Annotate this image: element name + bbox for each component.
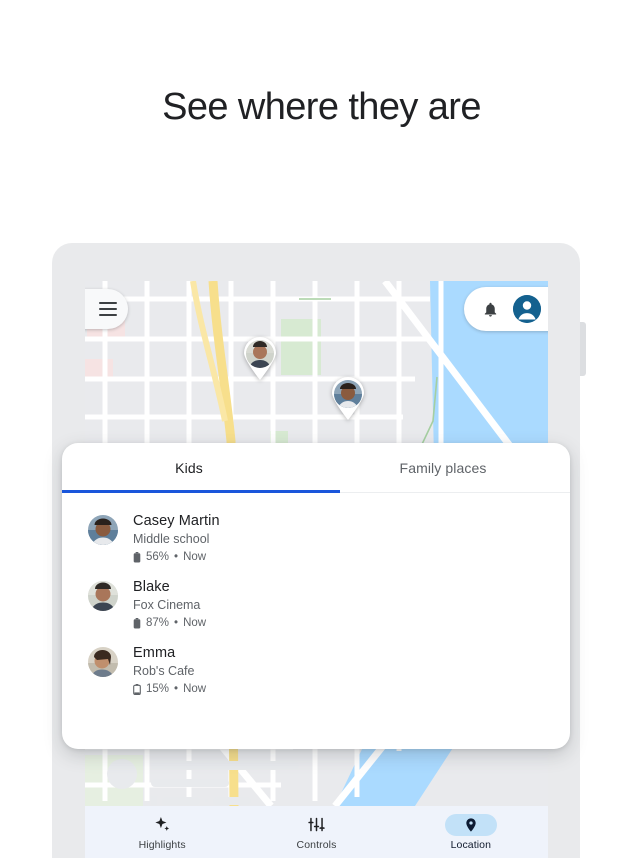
meta-separator: • [174, 617, 179, 629]
battery-icon [133, 551, 141, 562]
person-name: Casey Martin [133, 513, 220, 529]
list-item[interactable]: Casey Martin Middle school 56% • Now [62, 507, 570, 573]
list-item[interactable]: Emma Rob's Cafe 15% • Now [62, 639, 570, 705]
battery-level: 15% [146, 683, 170, 695]
avatar [88, 515, 118, 545]
location-pin-icon [444, 813, 497, 836]
map-top-actions [464, 287, 548, 331]
page-title: See where they are [162, 86, 481, 128]
placeholder-line [213, 796, 251, 805]
nav-label-highlights: Highlights [138, 838, 186, 851]
person-place: Middle school [133, 532, 210, 546]
tab-family-places-label: Family places [399, 459, 487, 476]
people-bottom-sheet: Kids Family places Casey Martin Middle s… [62, 443, 570, 749]
pin-avatar-photo [246, 340, 274, 368]
tab-family-places[interactable]: Family places [316, 443, 570, 492]
people-list: Casey Martin Middle school 56% • Now Bla… [62, 493, 570, 705]
last-seen-time: Now [183, 617, 207, 629]
list-item[interactable]: Blake Fox Cinema 87% • Now [62, 573, 570, 639]
person-name: Blake [133, 579, 170, 595]
placeholder-line [162, 796, 200, 805]
map-pin-blake[interactable] [242, 336, 278, 380]
battery-icon [133, 617, 141, 628]
nav-item-highlights[interactable]: Highlights [85, 814, 239, 851]
hamburger-menu-button[interactable] [85, 289, 128, 329]
nav-label-location: Location [450, 838, 492, 851]
placeholder-line [151, 761, 299, 770]
active-tab-indicator [62, 490, 340, 493]
last-seen-time: Now [183, 551, 207, 563]
map-pin-casey[interactable] [330, 376, 366, 420]
sheet-tabs: Kids Family places [62, 443, 570, 493]
avatar [88, 581, 118, 611]
battery-level: 87% [146, 617, 170, 629]
tab-kids-label: Kids [175, 459, 203, 476]
battery-icon [133, 683, 141, 695]
person-status: 56% • Now [133, 549, 220, 565]
tune-sliders-icon [290, 814, 342, 836]
person-status: 87% • Now [133, 615, 206, 631]
placeholder-dot [205, 799, 208, 802]
person-place: Rob's Cafe [133, 664, 195, 678]
tab-kids[interactable]: Kids [62, 443, 316, 492]
placeholder-battery-icon [151, 796, 157, 805]
bell-icon[interactable] [482, 301, 499, 318]
person-place: Fox Cinema [133, 598, 201, 612]
placeholder-avatar [107, 759, 137, 789]
hamburger-menu-icon [99, 300, 117, 318]
device-side-button [580, 322, 586, 376]
bottom-navigation-bar: Highlights Controls Location [85, 806, 548, 858]
sparkle-icon [136, 814, 188, 836]
nav-item-location[interactable]: Location [394, 813, 548, 851]
person-status: 15% • Now [133, 681, 206, 697]
account-avatar-icon[interactable] [513, 295, 541, 323]
last-seen-time: Now [183, 683, 207, 695]
placeholder-line [151, 779, 229, 787]
meta-separator: • [174, 551, 179, 563]
pin-avatar-photo [334, 380, 362, 408]
battery-level: 56% [146, 551, 170, 563]
nav-label-controls: Controls [296, 838, 337, 851]
list-item-placeholder [85, 751, 548, 813]
person-name: Emma [133, 645, 176, 661]
nav-item-controls[interactable]: Controls [239, 814, 393, 851]
meta-separator: • [174, 683, 179, 695]
avatar [88, 647, 118, 677]
